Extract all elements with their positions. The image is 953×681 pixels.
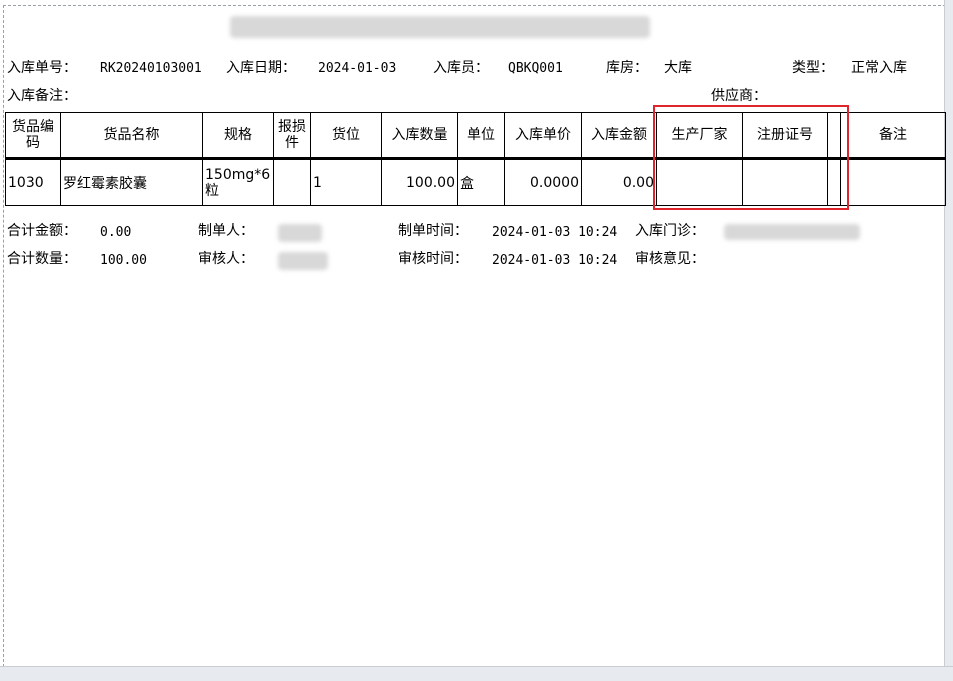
inbound-no-value: RK20240103001	[100, 61, 202, 76]
col-header-qty: 入库数量	[381, 112, 458, 159]
remark-label: 入库备注：	[7, 88, 77, 104]
total-qty-value: 100.00	[100, 253, 147, 268]
col-header-name: 货品名称	[60, 112, 203, 159]
total-qty-label: 合计数量：	[7, 251, 77, 267]
col-header-location: 货位	[310, 112, 382, 159]
cell-loss	[273, 157, 311, 206]
cell-note	[840, 157, 946, 206]
inbound-date-value: 2024-01-03	[318, 61, 397, 76]
col-header-loss: 报损件	[273, 112, 311, 159]
audit-time-value: 2024-01-03 10:24	[492, 253, 618, 268]
redacted-maker	[278, 224, 322, 242]
maker-label: 制单人：	[198, 223, 254, 239]
audit-time-label: 审核时间：	[398, 251, 468, 267]
make-time-value: 2024-01-03 10:24	[492, 225, 618, 240]
cell-spec: 150mg*6粒	[202, 157, 274, 206]
supplier-label: 供应商：	[711, 88, 767, 104]
clerk-value: QBKQ001	[508, 61, 563, 76]
col-header-amount: 入库金额	[581, 112, 657, 159]
col-header-code: 货品编码	[5, 112, 61, 159]
cell-name: 罗红霉素胶囊	[60, 157, 203, 206]
auditor-label: 审核人：	[198, 251, 254, 267]
redacted-title	[230, 16, 650, 38]
clerk-label: 入库员：	[433, 60, 489, 76]
highlight-box	[653, 105, 849, 210]
total-amount-value: 0.00	[100, 225, 132, 240]
col-header-spec: 规格	[202, 112, 274, 159]
col-header-unit: 单位	[457, 112, 505, 159]
vertical-scrollbar[interactable]	[944, 0, 953, 680]
warehouse-value: 大库	[664, 60, 692, 76]
audit-opinion-label: 审核意见：	[635, 251, 705, 267]
cell-code: 1030	[5, 157, 61, 206]
type-value: 正常入库	[851, 60, 907, 76]
type-label: 类型：	[792, 60, 834, 76]
cell-unit: 盒	[457, 157, 505, 206]
total-amount-label: 合计金额：	[7, 223, 77, 239]
cell-location: 1	[310, 157, 382, 206]
horizontal-scrollbar[interactable]	[0, 666, 953, 681]
cell-amount: 0.00	[581, 157, 657, 206]
inbound-date-label: 入库日期：	[226, 60, 296, 76]
clinic-label: 入库门诊：	[635, 223, 705, 239]
cell-price: 0.0000	[504, 157, 582, 206]
warehouse-label: 库房：	[606, 60, 648, 76]
col-header-note: 备注	[840, 112, 946, 159]
redacted-auditor	[278, 252, 328, 270]
redacted-clinic	[724, 224, 860, 240]
make-time-label: 制单时间：	[398, 223, 468, 239]
col-header-price: 入库单价	[504, 112, 582, 159]
inbound-no-label: 入库单号：	[7, 60, 77, 76]
cell-qty: 100.00	[381, 157, 458, 206]
